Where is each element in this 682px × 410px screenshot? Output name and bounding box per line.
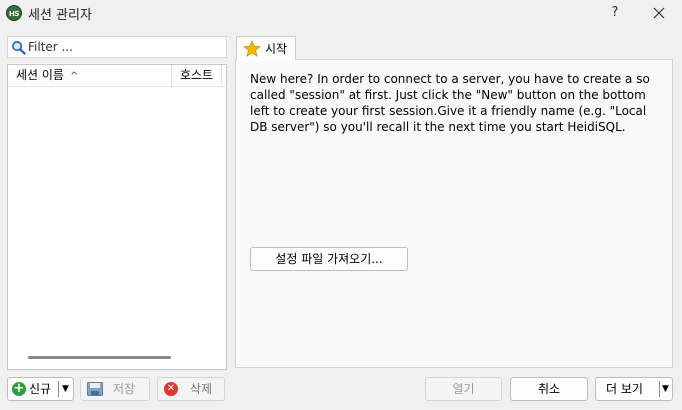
help-button[interactable]: ?: [604, 3, 626, 23]
star-icon: [243, 40, 261, 57]
search-icon: [12, 41, 26, 55]
intro-text: New here? In order to connect to a serve…: [250, 72, 650, 134]
column-header-session-name[interactable]: 세션 이름 ^: [8, 65, 172, 87]
filter-input[interactable]: [28, 38, 223, 56]
column-header: 세션 이름 ^ 호스트: [8, 65, 226, 87]
split-divider: [659, 381, 660, 397]
dropdown-arrow-icon[interactable]: ▼: [662, 378, 669, 400]
floppy-disk-icon: [87, 382, 103, 396]
tab-start[interactable]: 시작: [236, 36, 296, 60]
more-button-label: 더 보기: [606, 382, 643, 396]
split-divider: [58, 381, 59, 397]
cancel-button[interactable]: 취소: [510, 377, 588, 401]
delete-button[interactable]: ✕ 삭제: [157, 377, 225, 401]
column-label-session-name: 세션 이름: [16, 68, 64, 82]
heidisql-logo-icon: HS: [6, 5, 22, 21]
import-settings-button[interactable]: 설정 파일 가져오기...: [250, 247, 408, 271]
more-button[interactable]: 더 보기 ▼: [595, 377, 673, 401]
plus-icon: +: [12, 381, 26, 396]
close-icon: [653, 7, 665, 19]
window-title: 세션 관리자: [28, 8, 92, 23]
save-button[interactable]: 저장: [80, 377, 150, 401]
start-panel: New here? In order to connect to a serve…: [235, 59, 673, 368]
session-list[interactable]: 세션 이름 ^ 호스트: [7, 64, 227, 370]
delete-button-label: 삭제: [190, 382, 213, 396]
filter-box: [7, 36, 227, 58]
column-header-host[interactable]: 호스트: [172, 65, 222, 87]
save-button-label: 저장: [113, 382, 136, 396]
close-button[interactable]: [646, 2, 672, 24]
new-session-button[interactable]: + 신규 ▼: [7, 377, 74, 401]
dropdown-arrow-icon[interactable]: ▼: [62, 378, 69, 400]
horizontal-scrollbar[interactable]: [28, 356, 171, 359]
delete-x-icon: ✕: [164, 382, 178, 396]
open-button[interactable]: 열기: [425, 377, 502, 401]
title-bar: HS 세션 관리자 ?: [0, 0, 682, 26]
tab-label: 시작: [265, 42, 288, 56]
sort-ascending-icon: ^: [69, 71, 79, 82]
new-button-label: 신규: [29, 382, 52, 396]
